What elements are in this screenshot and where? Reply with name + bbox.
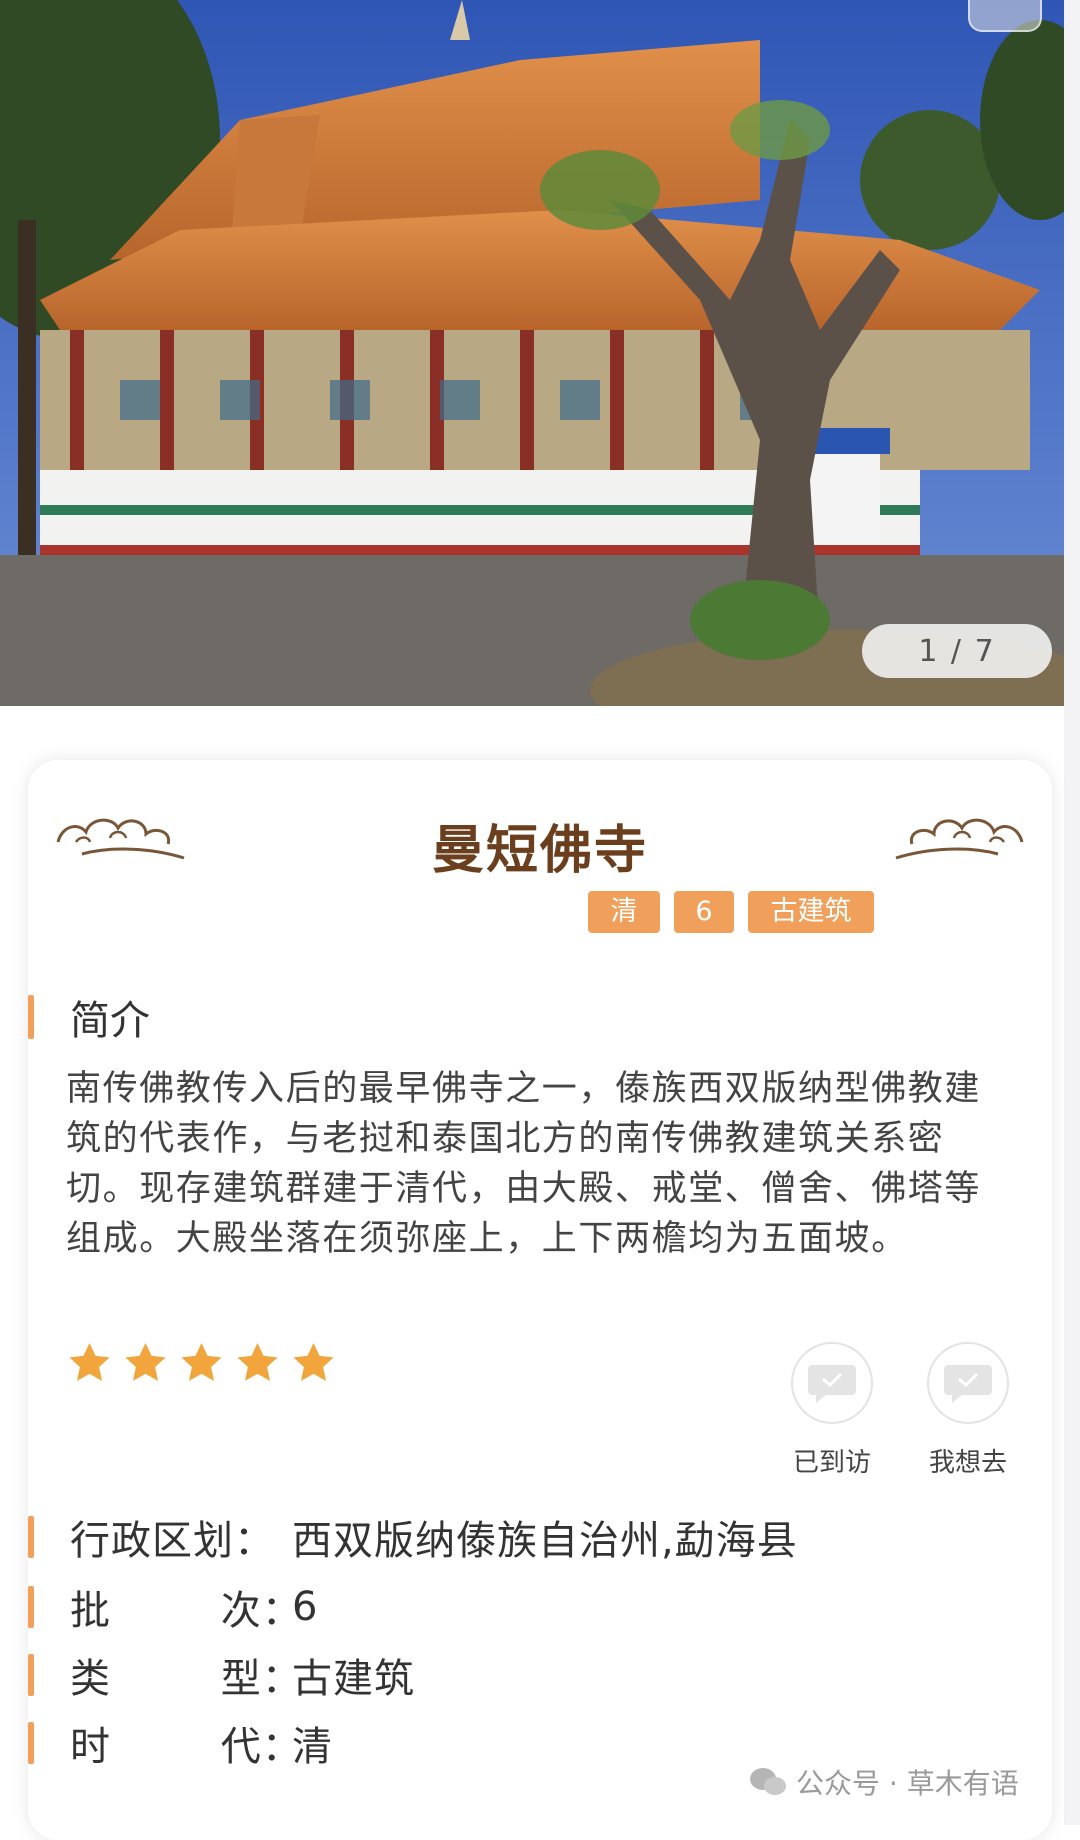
info-value: 西双版纳傣族自治州,勐海县 bbox=[292, 1518, 798, 1564]
accent-bar bbox=[28, 1654, 34, 1696]
watermark: 公众号 · 草木有语 bbox=[748, 1762, 1019, 1802]
info-row-era: 时 代： 清 bbox=[28, 1714, 333, 1772]
tag-batch: 6 bbox=[674, 891, 734, 933]
visited-circle bbox=[791, 1342, 873, 1424]
chat-check-icon bbox=[808, 1365, 856, 1403]
page-edge bbox=[1064, 0, 1080, 1825]
more-button[interactable] bbox=[968, 0, 1042, 32]
want-to-go-button[interactable]: 我想去 bbox=[918, 1342, 1018, 1479]
visited-button[interactable]: 已到访 bbox=[782, 1342, 882, 1479]
info-row-region: 行政区划： 西双版纳傣族自治州,勐海县 bbox=[28, 1508, 798, 1566]
info-row-type: 类 型： 古建筑 bbox=[28, 1646, 415, 1704]
info-value: 6 bbox=[292, 1584, 319, 1630]
hero-photo[interactable]: 1 / 7 bbox=[0, 0, 1080, 706]
accent-bar bbox=[28, 1586, 34, 1628]
intro-title: 简介 bbox=[70, 998, 150, 1044]
intro-text: 南传佛教传入后的最早佛寺之一，傣族西双版纳型佛教建筑的代表作，与老挝和泰国北方的… bbox=[66, 1069, 982, 1259]
tag-era: 清 bbox=[588, 891, 660, 933]
tag-list: 清 6 古建筑 bbox=[588, 891, 874, 933]
image-counter: 1 / 7 bbox=[862, 624, 1052, 678]
star-rating bbox=[66, 1340, 337, 1387]
info-value: 古建筑 bbox=[292, 1656, 415, 1702]
info-row-batch: 批 次： 6 bbox=[28, 1578, 318, 1636]
info-key: 类 型： bbox=[70, 1656, 303, 1702]
info-value: 清 bbox=[292, 1724, 333, 1770]
info-key: 行政区划： bbox=[70, 1518, 275, 1564]
watermark-text: 公众号 · 草木有语 bbox=[796, 1767, 1019, 1800]
want-label: 我想去 bbox=[928, 1448, 1007, 1478]
site-title: 曼短佛寺 bbox=[431, 821, 648, 881]
temple-photo bbox=[0, 0, 1080, 706]
info-key: 时 代： bbox=[70, 1724, 303, 1770]
wechat-icon bbox=[750, 1768, 786, 1795]
star-icon bbox=[293, 1342, 334, 1381]
accent-bar bbox=[28, 1516, 34, 1558]
want-circle bbox=[927, 1342, 1009, 1424]
star-icon bbox=[125, 1342, 166, 1381]
intro-heading: 简介 bbox=[28, 988, 150, 1046]
accent-bar bbox=[28, 1722, 34, 1764]
star-icon bbox=[181, 1342, 222, 1381]
star-icon bbox=[69, 1342, 110, 1381]
visited-label: 已到访 bbox=[792, 1448, 871, 1478]
info-key: 批 次： bbox=[70, 1588, 303, 1634]
tag-type: 古建筑 bbox=[748, 891, 874, 933]
accent-bar bbox=[28, 995, 34, 1039]
star-icon bbox=[237, 1342, 278, 1381]
chat-check-icon bbox=[944, 1365, 992, 1403]
